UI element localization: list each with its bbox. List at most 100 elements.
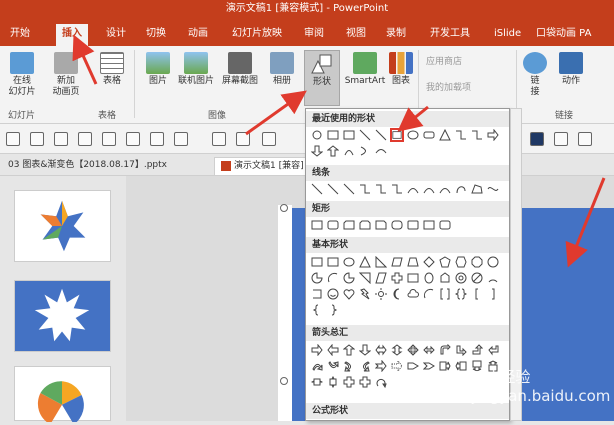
line-item[interactable]	[422, 182, 436, 196]
resize-handle[interactable]	[280, 204, 288, 212]
shape-item[interactable]	[374, 128, 388, 142]
arrow-item[interactable]	[374, 359, 388, 373]
shape-item[interactable]	[438, 128, 452, 142]
slide-thumbnail[interactable]	[14, 280, 111, 352]
slide-thumbnail[interactable]	[14, 190, 111, 262]
brace-icon[interactable]	[310, 303, 324, 317]
arrow-item[interactable]	[358, 375, 372, 389]
tool-icon[interactable]	[78, 132, 92, 146]
smiley-icon[interactable]	[326, 287, 340, 301]
basic-shape-item[interactable]	[390, 255, 404, 269]
shape-item[interactable]	[374, 144, 388, 158]
line-item[interactable]	[374, 182, 388, 196]
chart-button[interactable]: 图表	[386, 50, 416, 106]
shape-item[interactable]	[326, 128, 340, 142]
shape-item[interactable]	[310, 128, 324, 142]
line-item[interactable]	[358, 182, 372, 196]
basic-shape-item[interactable]	[310, 287, 324, 301]
tool-icon[interactable]	[554, 132, 568, 146]
arrow-item[interactable]	[470, 343, 484, 357]
tab-slideshow[interactable]: 幻灯片放映	[226, 24, 288, 46]
my-addins-button[interactable]: 我的加载项	[426, 80, 471, 93]
basic-shape-item[interactable]	[342, 255, 356, 269]
arrow-item[interactable]	[406, 343, 420, 357]
basic-shape-item[interactable]	[374, 255, 388, 269]
basic-shape-item[interactable]	[342, 271, 356, 285]
basic-shape-item[interactable]	[470, 271, 484, 285]
arrow-item[interactable]	[342, 343, 356, 357]
basic-shape-item[interactable]	[438, 271, 452, 285]
doc-tab-1[interactable]: 03 图表&渐变色【2018.08.17】.pptx	[2, 157, 173, 175]
basic-shape-item[interactable]	[406, 255, 420, 269]
arrow-item[interactable]	[422, 359, 436, 373]
screenshot-button[interactable]: 屏幕截图	[218, 50, 262, 106]
album-button[interactable]: 相册	[260, 50, 304, 106]
arrow-item[interactable]	[454, 343, 468, 357]
line-item[interactable]	[390, 182, 404, 196]
basic-shape-item[interactable]	[422, 287, 436, 301]
line-item[interactable]	[470, 182, 484, 196]
tab-home[interactable]: 开始	[4, 24, 36, 46]
rect-item[interactable]	[342, 218, 356, 232]
tool-icon[interactable]	[150, 132, 164, 146]
tab-animations[interactable]: 动画	[182, 24, 214, 46]
gear-icon[interactable]	[6, 132, 20, 146]
tool-icon[interactable]	[578, 132, 592, 146]
basic-shape-item[interactable]	[374, 271, 388, 285]
line-item[interactable]	[438, 182, 452, 196]
new-animation-page-button[interactable]: 新加 动画页	[44, 50, 88, 106]
basic-shape-item[interactable]	[358, 255, 372, 269]
online-picture-button[interactable]: 联机图片	[174, 50, 218, 106]
basic-shape-item[interactable]	[390, 271, 404, 285]
shape-item[interactable]	[454, 128, 468, 142]
rect-item[interactable]	[374, 218, 388, 232]
arrow-item[interactable]	[310, 343, 324, 357]
shape-item[interactable]	[422, 128, 436, 142]
line-item[interactable]	[342, 182, 356, 196]
tool-icon[interactable]	[54, 132, 68, 146]
basic-shape-item[interactable]	[422, 271, 436, 285]
basic-shape-item[interactable]	[326, 271, 340, 285]
link-button[interactable]: 链 接	[520, 50, 550, 106]
color-icon[interactable]	[530, 132, 544, 146]
rect-item[interactable]	[406, 218, 420, 232]
arrow-item[interactable]	[358, 359, 372, 373]
rect-item[interactable]	[326, 218, 340, 232]
line-item[interactable]	[326, 182, 340, 196]
basic-shape-item[interactable]	[310, 255, 324, 269]
bracket-icon[interactable]	[438, 287, 452, 301]
tab-islide[interactable]: iSlide	[488, 24, 527, 46]
arrow-item[interactable]	[390, 359, 404, 373]
tab-record[interactable]: 录制	[380, 24, 412, 46]
line-item[interactable]	[310, 182, 324, 196]
slide-thumbnail[interactable]	[14, 366, 111, 425]
tab-design[interactable]: 设计	[100, 24, 132, 46]
shape-item[interactable]	[470, 128, 484, 142]
rect-item[interactable]	[310, 218, 324, 232]
online-slides-button[interactable]: 在线 幻灯片	[0, 50, 44, 106]
tool-icon[interactable]	[236, 132, 250, 146]
eyedropper-icon[interactable]	[262, 132, 276, 146]
arrow-item[interactable]	[454, 359, 468, 373]
doc-tab-2[interactable]: 演示文稿1 [兼容]	[214, 157, 311, 175]
shape-item[interactable]	[342, 144, 356, 158]
shape-item[interactable]	[326, 144, 340, 158]
tab-transitions[interactable]: 切换	[140, 24, 172, 46]
lightning-icon[interactable]	[358, 287, 372, 301]
shape-item[interactable]	[310, 144, 324, 158]
tool-icon[interactable]	[212, 132, 226, 146]
arrow-item[interactable]	[342, 375, 356, 389]
rect-item[interactable]	[390, 218, 404, 232]
basic-shape-item[interactable]	[422, 255, 436, 269]
shape-item[interactable]	[358, 144, 372, 158]
arrow-item[interactable]	[486, 343, 500, 357]
arrow-item[interactable]	[422, 343, 436, 357]
line-item[interactable]	[454, 182, 468, 196]
app-store-button[interactable]: 应用商店	[426, 54, 462, 67]
shape-item[interactable]	[486, 128, 500, 142]
arrow-item[interactable]	[406, 359, 420, 373]
basic-shape-item[interactable]	[454, 271, 468, 285]
resize-handle[interactable]	[280, 377, 288, 385]
arrow-item[interactable]	[310, 359, 324, 373]
basic-shape-item[interactable]	[406, 271, 420, 285]
